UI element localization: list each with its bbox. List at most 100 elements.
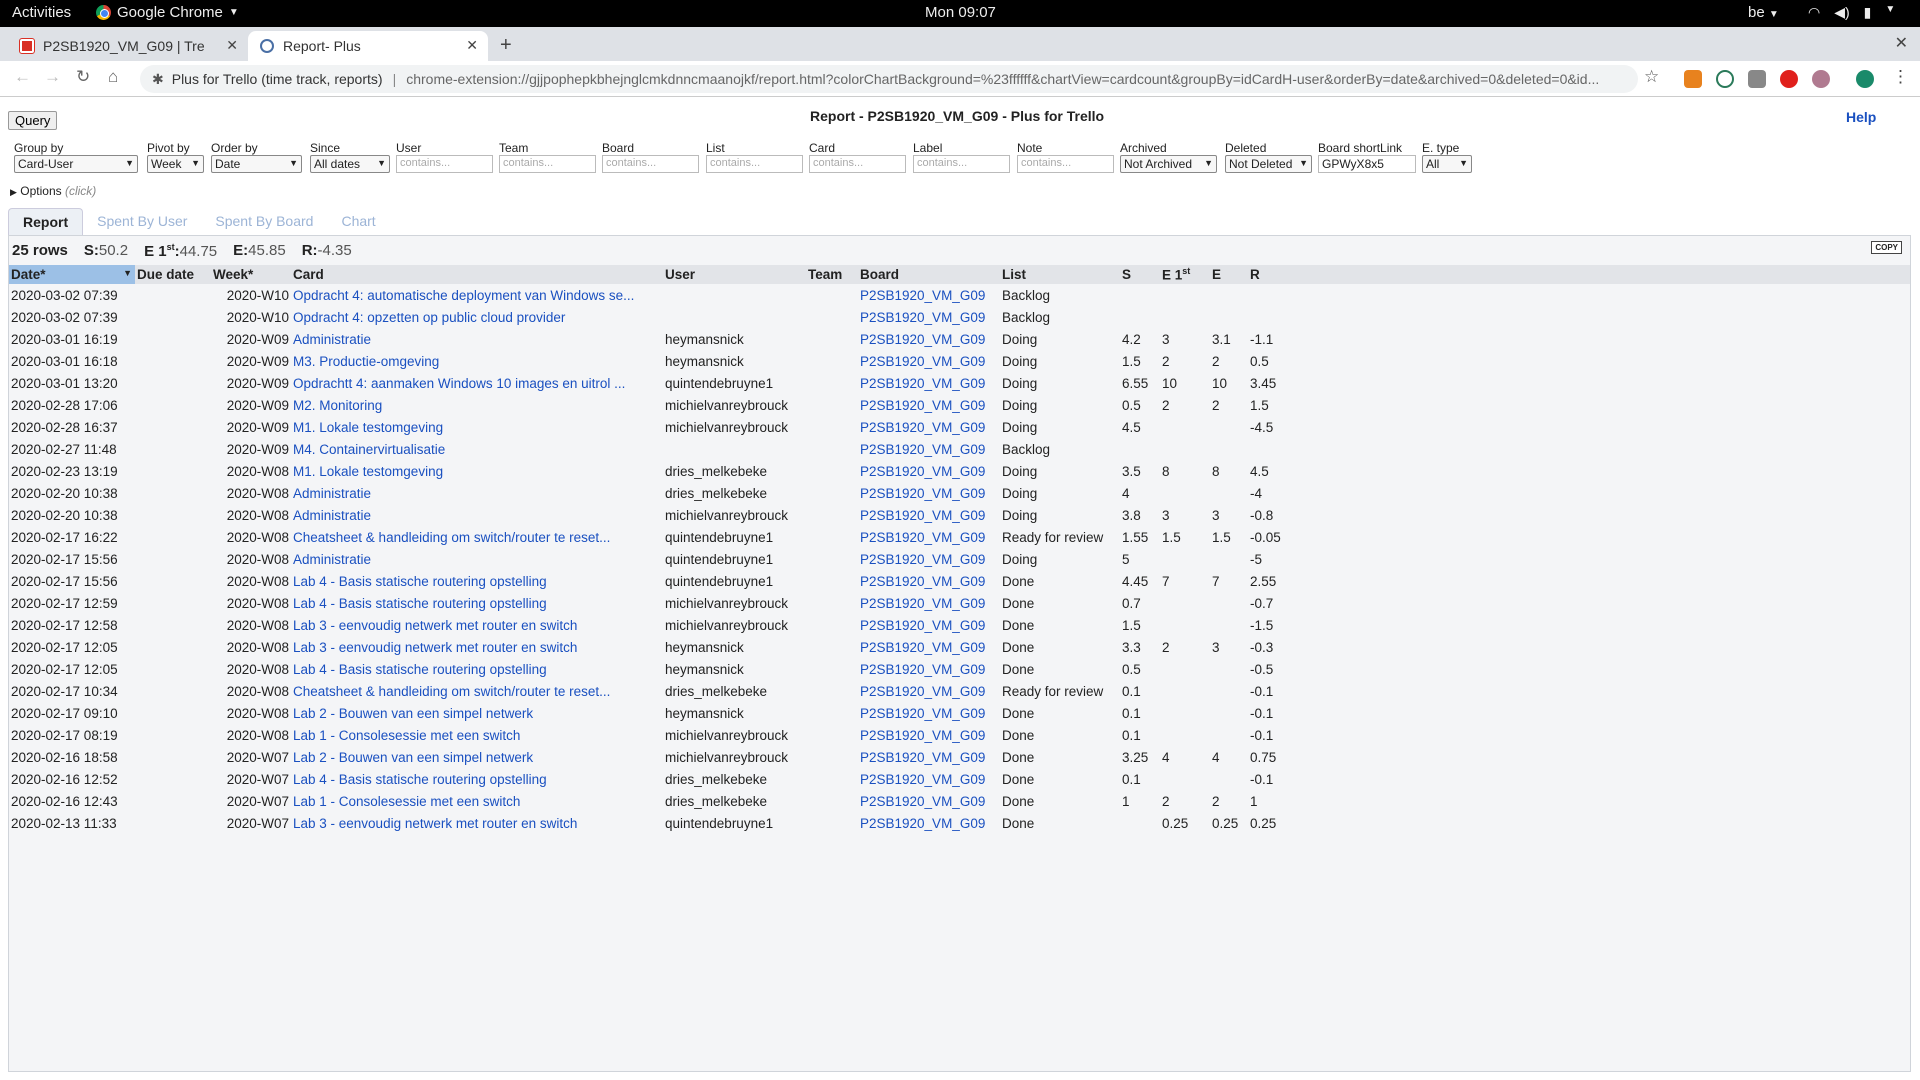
address-bar[interactable]: ✱ Plus for Trello (time track, reports) …	[140, 65, 1638, 93]
row-board-link[interactable]: P2SB1920_VM_G09	[858, 482, 1000, 504]
row-card-link[interactable]: Lab 3 - eenvoudig netwerk met router en …	[291, 812, 663, 834]
column-header-week[interactable]: Week*	[211, 265, 291, 284]
row-card-link[interactable]: M4. Containervirtualisatie	[291, 438, 663, 460]
column-header-r[interactable]: R	[1248, 265, 1910, 284]
row-card-link[interactable]: Cheatsheet & handleiding om switch/route…	[291, 526, 663, 548]
note-input[interactable]: contains...	[1017, 155, 1114, 173]
order-by-select[interactable]: Date	[211, 155, 302, 173]
close-icon[interactable]: ✕	[226, 37, 238, 54]
column-header-s[interactable]: S	[1120, 265, 1160, 284]
row-board-link[interactable]: P2SB1920_VM_G09	[858, 328, 1000, 350]
row-card-link[interactable]: Lab 3 - eenvoudig netwerk met router en …	[291, 636, 663, 658]
row-card-link[interactable]: Lab 4 - Basis statische routering opstel…	[291, 658, 663, 680]
keyboard-layout[interactable]: be ▼	[1748, 4, 1779, 21]
row-board-link[interactable]: P2SB1920_VM_G09	[858, 372, 1000, 394]
board-shortlink-input[interactable]: GPWyX8x5	[1318, 155, 1416, 173]
clock[interactable]: Mon 09:07	[925, 4, 996, 21]
column-header-team[interactable]: Team	[806, 265, 858, 284]
row-board-link[interactable]: P2SB1920_VM_G09	[858, 592, 1000, 614]
activities-button[interactable]: Activities	[12, 4, 71, 21]
card-input[interactable]: contains...	[809, 155, 906, 173]
tab-report-plus[interactable]: Report- Plus ✕	[248, 31, 488, 61]
row-board-link[interactable]: P2SB1920_VM_G09	[858, 680, 1000, 702]
system-menu[interactable]: ◠ ◀) ▮ ▼	[1808, 4, 1895, 21]
row-card-link[interactable]: Administratie	[291, 328, 663, 350]
row-card-link[interactable]: Lab 1 - Consolesessie met een switch	[291, 790, 663, 812]
row-card-link[interactable]: Opdrachtt 4: aanmaken Windows 10 images …	[291, 372, 663, 394]
column-header-date[interactable]: Date*	[9, 265, 135, 284]
row-card-link[interactable]: Opdracht 4: opzetten op public cloud pro…	[291, 306, 663, 328]
row-card-link[interactable]: M1. Lokale testomgeving	[291, 460, 663, 482]
row-card-link[interactable]: Lab 4 - Basis statische routering opstel…	[291, 570, 663, 592]
row-card-link[interactable]: Lab 4 - Basis statische routering opstel…	[291, 592, 663, 614]
row-card-link[interactable]: Lab 2 - Bouwen van een simpel netwerk	[291, 702, 663, 724]
profile-avatar[interactable]	[1856, 70, 1874, 88]
options-toggle[interactable]: ▶ Options (click)	[10, 184, 96, 198]
row-board-link[interactable]: P2SB1920_VM_G09	[858, 306, 1000, 328]
row-board-link[interactable]: P2SB1920_VM_G09	[858, 460, 1000, 482]
row-board-link[interactable]: P2SB1920_VM_G09	[858, 526, 1000, 548]
column-header-list[interactable]: List	[1000, 265, 1120, 284]
row-card-link[interactable]: M3. Productie-omgeving	[291, 350, 663, 372]
pivot-by-select[interactable]: Week	[147, 155, 204, 173]
tab-chart[interactable]: Chart	[327, 208, 389, 235]
home-icon[interactable]: ⌂	[108, 67, 118, 87]
since-select[interactable]: All dates	[310, 155, 390, 173]
team-input[interactable]: contains...	[499, 155, 596, 173]
row-board-link[interactable]: P2SB1920_VM_G09	[858, 724, 1000, 746]
row-board-link[interactable]: P2SB1920_VM_G09	[858, 768, 1000, 790]
reload-icon[interactable]: ↻	[76, 67, 90, 87]
forward-arrow-icon[interactable]: →	[44, 67, 61, 87]
column-header-user[interactable]: User	[663, 265, 806, 284]
row-board-link[interactable]: P2SB1920_VM_G09	[858, 548, 1000, 570]
extension-icon[interactable]	[1812, 70, 1830, 88]
row-card-link[interactable]: M1. Lokale testomgeving	[291, 416, 663, 438]
row-card-link[interactable]: Administratie	[291, 482, 663, 504]
row-board-link[interactable]: P2SB1920_VM_G09	[858, 284, 1000, 306]
back-arrow-icon[interactable]: ←	[14, 67, 31, 87]
column-header-e[interactable]: E	[1210, 265, 1248, 284]
row-board-link[interactable]: P2SB1920_VM_G09	[858, 702, 1000, 724]
menu-kebab-icon[interactable]: ⋮	[1892, 67, 1909, 87]
row-board-link[interactable]: P2SB1920_VM_G09	[858, 812, 1000, 834]
copy-button[interactable]: COPY	[1871, 241, 1902, 254]
opera-icon[interactable]	[1780, 70, 1798, 88]
app-menu[interactable]: Google Chrome ▼	[96, 4, 239, 21]
row-board-link[interactable]: P2SB1920_VM_G09	[858, 614, 1000, 636]
board-input[interactable]: contains...	[602, 155, 699, 173]
help-link[interactable]: Help	[1846, 109, 1876, 125]
column-header-e1st[interactable]: E 1st	[1160, 265, 1210, 284]
row-board-link[interactable]: P2SB1920_VM_G09	[858, 394, 1000, 416]
row-board-link[interactable]: P2SB1920_VM_G09	[858, 416, 1000, 438]
row-card-link[interactable]: M2. Monitoring	[291, 394, 663, 416]
row-board-link[interactable]: P2SB1920_VM_G09	[858, 350, 1000, 372]
row-board-link[interactable]: P2SB1920_VM_G09	[858, 790, 1000, 812]
label-input[interactable]: contains...	[913, 155, 1010, 173]
tab-trello-board[interactable]: P2SB1920_VM_G09 | Tre ✕	[8, 31, 248, 61]
row-board-link[interactable]: P2SB1920_VM_G09	[858, 658, 1000, 680]
row-board-link[interactable]: P2SB1920_VM_G09	[858, 746, 1000, 768]
row-board-link[interactable]: P2SB1920_VM_G09	[858, 504, 1000, 526]
close-icon[interactable]: ✕	[466, 37, 478, 54]
tab-spent-by-user[interactable]: Spent By User	[83, 208, 201, 235]
archived-select[interactable]: Not Archived	[1120, 155, 1217, 173]
deleted-select[interactable]: Not Deleted	[1225, 155, 1312, 173]
tab-spent-by-board[interactable]: Spent By Board	[201, 208, 327, 235]
e-type-select[interactable]: All	[1422, 155, 1472, 173]
column-header-board[interactable]: Board	[858, 265, 1000, 284]
row-board-link[interactable]: P2SB1920_VM_G09	[858, 636, 1000, 658]
row-card-link[interactable]: Administratie	[291, 548, 663, 570]
row-card-link[interactable]: Lab 3 - eenvoudig netwerk met router en …	[291, 614, 663, 636]
extension-icon[interactable]	[1748, 70, 1766, 88]
user-input[interactable]: contains...	[396, 155, 493, 173]
plus-for-trello-icon[interactable]	[1716, 70, 1734, 88]
row-card-link[interactable]: Opdracht 4: automatische deployment van …	[291, 284, 663, 306]
column-header-card[interactable]: Card	[291, 265, 663, 284]
tab-report[interactable]: Report	[8, 208, 84, 235]
row-card-link[interactable]: Lab 1 - Consolesessie met een switch	[291, 724, 663, 746]
row-card-link[interactable]: Lab 2 - Bouwen van een simpel netwerk	[291, 746, 663, 768]
new-tab-button[interactable]: +	[500, 34, 512, 57]
row-board-link[interactable]: P2SB1920_VM_G09	[858, 438, 1000, 460]
bookmark-star-icon[interactable]: ☆	[1644, 67, 1659, 87]
row-board-link[interactable]: P2SB1920_VM_G09	[858, 570, 1000, 592]
